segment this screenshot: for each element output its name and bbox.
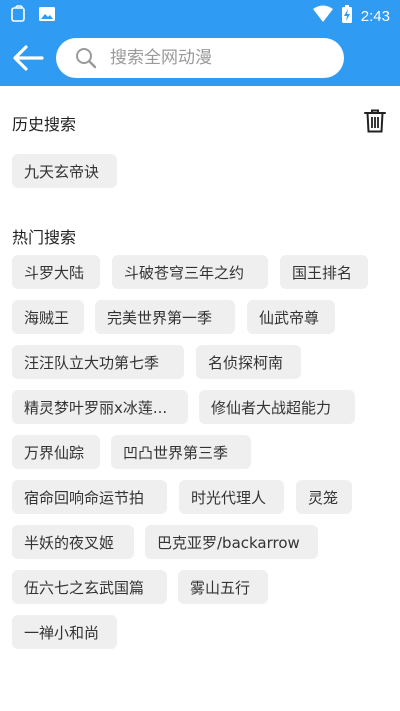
clock-time: 2:43 xyxy=(360,7,390,25)
back-button[interactable] xyxy=(8,39,48,77)
hot-search-chip[interactable]: 巴克亚罗/backarrow xyxy=(145,525,318,559)
hot-search-chip[interactable]: 国王排名 xyxy=(280,255,368,289)
hot-search-chip[interactable]: 精灵梦叶罗丽x冰莲... xyxy=(12,390,188,424)
hot-search-chip[interactable]: 汪汪队立大功第七季 xyxy=(12,345,184,379)
search-header xyxy=(0,30,400,86)
hot-search-title: 热门搜索 xyxy=(12,228,77,247)
hot-search-chip[interactable]: 修仙者大战超能力 xyxy=(199,390,355,424)
hot-search-chip[interactable]: 伍六七之玄武国篇 xyxy=(12,570,167,604)
hot-search-chip[interactable]: 完美世界第一季 xyxy=(95,300,235,334)
hot-search-chip[interactable]: 一禅小和尚 xyxy=(12,615,117,649)
hot-search-chip[interactable]: 凹凸世界第三季 xyxy=(111,435,251,469)
status-bar: 2:43 xyxy=(0,0,400,30)
hot-search-chip[interactable]: 宿命回响命运节拍 xyxy=(12,480,167,514)
history-title: 历史搜索 xyxy=(12,115,77,134)
hot-search-chip[interactable]: 灵笼 xyxy=(296,480,352,514)
search-icon xyxy=(74,46,98,70)
wifi-icon xyxy=(312,5,333,27)
hot-search-chip[interactable]: 斗破苍穹三年之约 xyxy=(112,255,268,289)
app-notification-icon xyxy=(10,5,28,27)
battery-charging-icon xyxy=(341,4,353,28)
hot-search-chip[interactable]: 雾山五行 xyxy=(178,570,268,604)
trash-icon xyxy=(364,109,386,133)
arrow-left-icon xyxy=(13,45,44,71)
hot-search-chip[interactable]: 时光代理人 xyxy=(179,480,284,514)
hot-search-chip[interactable]: 斗罗大陆 xyxy=(12,255,100,289)
clear-history-button[interactable] xyxy=(364,109,388,135)
hot-search-chip[interactable]: 万界仙踪 xyxy=(12,435,100,469)
hot-search-chip[interactable]: 名侦探柯南 xyxy=(196,345,301,379)
image-icon xyxy=(38,5,56,27)
hot-search-chip[interactable]: 海贼王 xyxy=(12,300,84,334)
hot-search-chip[interactable]: 半妖的夜叉姬 xyxy=(12,525,134,559)
hot-search-chip[interactable]: 仙武帝尊 xyxy=(247,300,335,334)
search-bar[interactable] xyxy=(56,38,344,78)
search-input[interactable] xyxy=(110,48,330,68)
history-search-chip[interactable]: 九天玄帝诀 xyxy=(12,154,117,188)
